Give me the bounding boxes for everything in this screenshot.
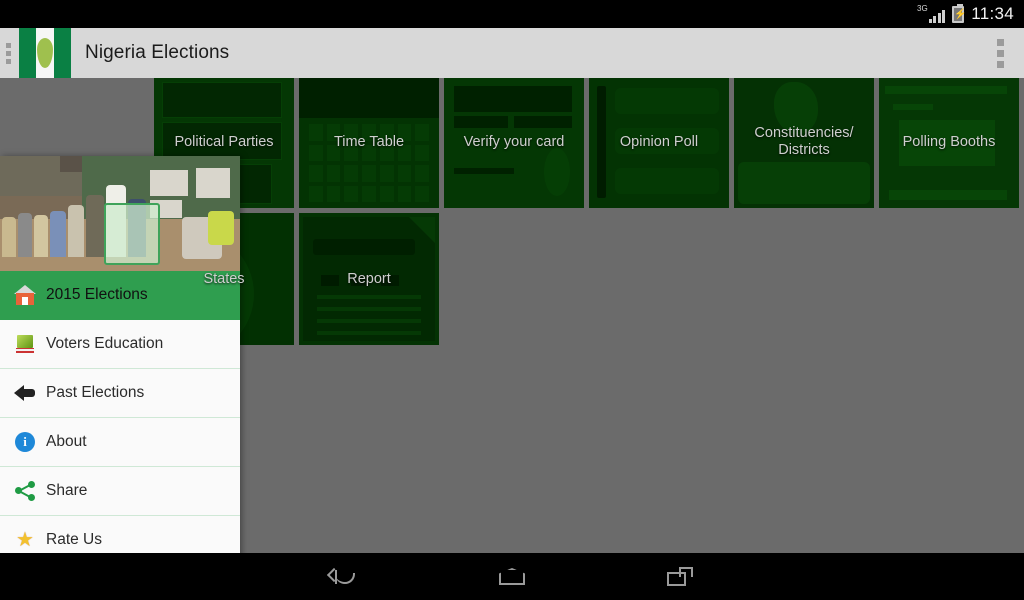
drawer-item-label: Voters Education <box>46 335 164 352</box>
tile-label: Verify your card <box>463 133 565 150</box>
tile-label: Time Table <box>333 133 405 150</box>
content-area: Political Parties Time Table Verify your… <box>0 78 1024 553</box>
tile-label: Constituencies/ Districts <box>754 125 854 158</box>
tile-label: Political Parties <box>174 133 274 150</box>
drawer-item-label: 2015 Elections <box>46 286 148 303</box>
status-bar: 3G ⚡ 11:34 <box>0 0 1024 28</box>
tile-label: Polling Booths <box>902 133 996 150</box>
drawer-toggle-icon[interactable] <box>1 28 15 78</box>
home-icon <box>8 278 42 312</box>
action-bar: Nigeria Elections <box>0 28 1024 78</box>
page-title: Nigeria Elections <box>85 42 230 63</box>
battery-charging-icon: ⚡ <box>952 3 967 23</box>
nav-recents-icon[interactable] <box>652 553 708 600</box>
drawer-item-share[interactable]: Share <box>0 467 240 516</box>
drawer-item-label: About <box>46 433 87 450</box>
drawer-item-voters-education[interactable]: Voters Education <box>0 320 240 369</box>
tile-label: States <box>203 270 245 287</box>
app-root: 3G ⚡ 11:34 Nigeria Elections Political P… <box>0 0 1024 600</box>
info-icon: i <box>8 425 42 459</box>
drawer-item-about[interactable]: i About <box>0 418 240 467</box>
nav-back-icon[interactable] <box>316 553 372 600</box>
drawer-item-label: Past Elections <box>46 384 145 401</box>
share-icon <box>8 474 42 508</box>
drawer-item-past-elections[interactable]: Past Elections <box>0 369 240 418</box>
nigeria-flag-logo <box>19 28 71 78</box>
drawer-item-label: Share <box>46 482 88 499</box>
network-type-label: 3G <box>917 4 928 13</box>
book-icon <box>8 327 42 361</box>
signal-bars-icon: 3G <box>917 4 946 23</box>
nav-home-icon[interactable] <box>484 553 540 600</box>
drawer-item-rate-us[interactable]: ★ Rate Us <box>0 516 240 553</box>
overflow-menu-icon[interactable] <box>990 28 1010 78</box>
drawer-item-label: Rate Us <box>46 531 102 548</box>
drawer-header-image <box>0 156 240 271</box>
back-arrow-icon <box>8 376 42 410</box>
system-navigation-bar <box>0 553 1024 600</box>
navigation-drawer: 2015 Elections Voters Education Past Ele… <box>0 156 240 553</box>
tile-label: Opinion Poll <box>619 133 699 150</box>
star-icon: ★ <box>16 529 34 551</box>
tile-label: Report <box>347 270 391 287</box>
status-bar-clock: 11:34 <box>971 4 1014 23</box>
